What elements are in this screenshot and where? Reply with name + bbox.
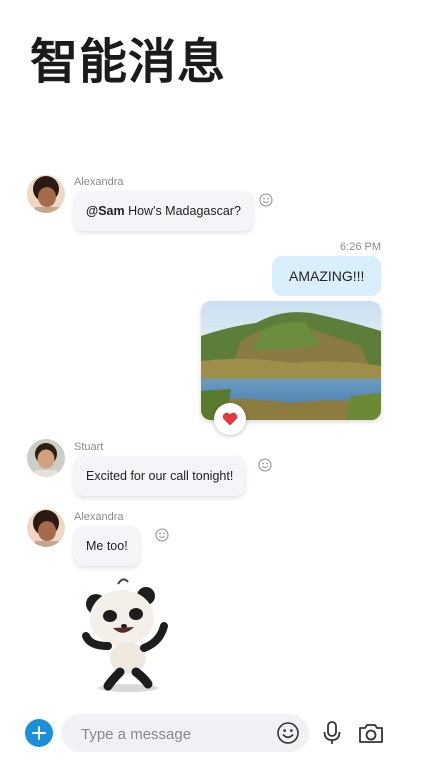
message-bubble[interactable]: Excited for our call tonight! <box>74 456 246 496</box>
message-input[interactable] <box>79 714 263 754</box>
message-bubble[interactable]: @Sam How's Madagascar? <box>74 191 253 231</box>
avatar-alexandra[interactable] <box>27 175 65 213</box>
message-text: How's Madagascar? <box>124 204 241 218</box>
add-reaction-icon[interactable] <box>259 193 273 207</box>
heart-icon <box>222 412 238 426</box>
page-title: 智能消息 <box>30 34 227 90</box>
avatar-alexandra[interactable] <box>27 509 65 547</box>
message-bubble[interactable]: Me too! <box>74 526 140 566</box>
message-timestamp: 6:26 PM <box>340 241 381 253</box>
microphone-icon[interactable] <box>320 720 344 746</box>
sender-name: Alexandra <box>74 176 124 188</box>
mention[interactable]: @Sam <box>86 204 125 218</box>
add-reaction-icon[interactable] <box>155 528 169 542</box>
reaction-badge[interactable] <box>214 403 246 435</box>
smiley-icon[interactable] <box>276 721 300 745</box>
avatar-stuart[interactable] <box>27 439 65 477</box>
composer-bar <box>0 706 431 762</box>
outgoing-bubble[interactable]: AMAZING!!! <box>272 256 382 296</box>
camera-icon[interactable] <box>358 721 384 745</box>
plus-icon <box>32 726 46 740</box>
add-reaction-icon[interactable] <box>258 458 272 472</box>
panda-sticker[interactable] <box>78 576 178 696</box>
message-input-container <box>61 714 309 754</box>
add-button[interactable] <box>25 719 53 747</box>
sender-name: Stuart <box>74 441 104 453</box>
sender-name: Alexandra <box>74 511 124 523</box>
